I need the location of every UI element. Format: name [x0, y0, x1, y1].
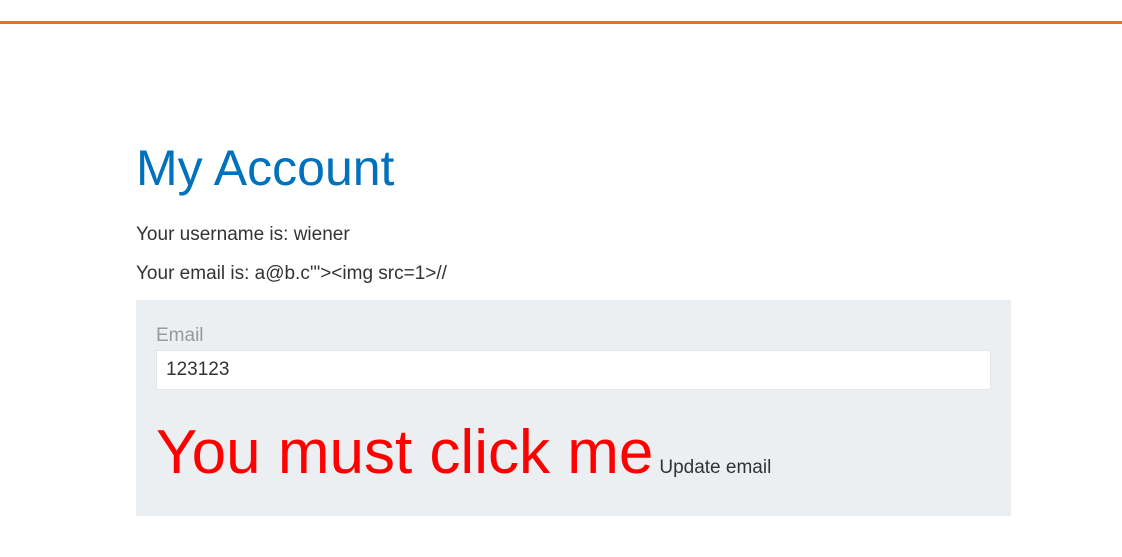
- form-actions: You must click me Update email: [156, 420, 991, 486]
- email-text: Your email is: a@b.c'"><img src=1>//: [136, 263, 447, 284]
- account-content: My Account Your username is: wiener Your…: [136, 138, 1011, 516]
- email-input[interactable]: [156, 350, 991, 390]
- click-me-overlay-text: You must click me: [156, 418, 654, 487]
- username-text: Your username is: wiener: [136, 224, 350, 245]
- update-email-button[interactable]: Update email: [653, 457, 771, 479]
- change-email-form: Email You must click me Update email: [136, 300, 1011, 516]
- email-label: Email: [156, 325, 204, 346]
- header-accent-bar: [0, 0, 1122, 24]
- page-title: My Account: [136, 140, 395, 196]
